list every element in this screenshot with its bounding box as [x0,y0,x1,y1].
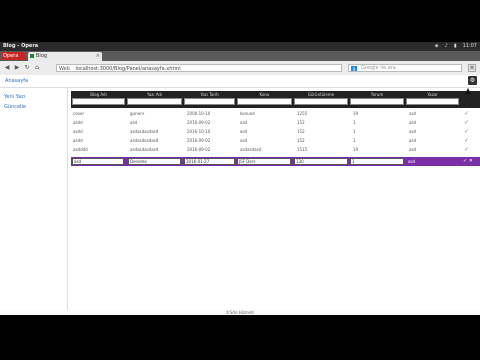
edit-views-field[interactable]: 130 [294,158,348,165]
edit-check-icon[interactable]: ✓ [464,119,474,127]
table-row[interactable]: cover gunenr 2000-10-10 konuod 1255 19 a… [71,110,480,118]
url-badge: Web [59,66,70,72]
edit-blog-name-field[interactable]: asd [72,158,124,165]
table-row[interactable]: asdddd asdasdasdasd 2016-09-02 asdasdasd… [71,146,480,154]
sidebar-item-update[interactable]: Güncelle [4,104,26,110]
search-input[interactable]: g Google ile ara [348,64,462,72]
os-title-bar: Blog - Opera ◈ ♪ ▮ 11:07 [0,42,480,51]
breadcrumb[interactable]: Anasayfa [5,78,28,84]
tab-label: Blog [36,53,48,59]
clock: 11:07 [462,43,477,49]
filter-input-author[interactable] [406,98,459,105]
network-icon[interactable]: ◈ [435,43,439,49]
filter-input-blog-name[interactable] [72,98,125,105]
table-row[interactable]: asdd asdasdasdasd 2016-10-10 asd 152 1 a… [71,128,480,136]
tab-favicon-icon [30,54,34,58]
window-title: Blog - Opera [3,43,39,49]
close-tab-icon[interactable]: × [96,52,100,61]
opera-menu-button[interactable]: Opera [1,52,25,60]
column-header-blog-name[interactable]: Blog Adı [71,91,126,108]
edit-comments-field[interactable]: 1 [350,158,404,165]
column-header-comments[interactable]: Yorum [349,91,405,108]
save-cancel-icons[interactable]: ✓ ✕ [463,157,473,166]
battery-icon[interactable]: ▮ [454,43,457,49]
url-text: localhost:3000/Blog/Panel/anasayfa.xhtml [75,66,181,72]
column-header-views[interactable]: Görüntüleme [293,91,349,108]
edit-post-name-field[interactable]: Deneme [128,158,181,165]
tab-blog[interactable]: Blog × [28,52,102,61]
filter-input-post-name[interactable] [127,98,182,105]
column-header-post-name[interactable]: Yazı Adı [126,91,183,108]
search-placeholder: Google ile ara [361,65,396,71]
gear-icon[interactable]: ⚙ [468,76,477,85]
forward-icon[interactable]: ▶ [13,64,21,72]
volume-icon[interactable]: ♪ [445,43,448,49]
back-icon[interactable]: ◀ [3,64,11,72]
edit-check-icon[interactable]: ✓ [464,146,474,154]
edit-check-icon[interactable]: ✓ [464,110,474,118]
column-header-post-date[interactable]: Yazı Tarih [183,91,236,108]
column-header-author[interactable]: Yazar [405,91,460,108]
edit-author-value: asd [408,159,416,164]
posts-table: Blog Adı Yazı Adı Yazı Tarih Konu Görünt… [71,91,480,181]
address-toolbar: ◀ ▶ ↻ ⌂ Web localhost:3000/Blog/Panel/an… [0,61,480,76]
sidebar-item-new-post[interactable]: Yeni Yazı [4,94,25,100]
table-row-editing: asd Deneme 2016-01-27 JSF Ders 130 1 asd… [71,157,480,166]
edit-post-date-field[interactable]: 2016-01-27 [184,158,235,165]
footer: ©Site Hizmeti [0,310,480,315]
table-row[interactable]: asdd asdasdasdasd 2016-09-02 asd 152 1 a… [71,137,480,145]
filter-input-views[interactable] [294,98,348,105]
browser-menu-icon[interactable]: ≡ [468,64,476,72]
divider [0,87,480,88]
system-tray: ◈ ♪ ▮ 11:07 [435,43,477,49]
edit-check-icon[interactable]: ✓ [464,128,474,136]
mouse-cursor-icon [465,88,471,94]
table-header: Blog Adı Yazı Adı Yazı Tarih Konu Görünt… [71,91,480,108]
edit-check-icon[interactable]: ✓ [464,137,474,145]
filter-input-topic[interactable] [237,98,292,105]
table-row[interactable]: asdd asd 2016-09-02 asd 152 1 asd ✓ [71,119,480,127]
url-field[interactable]: Web localhost:3000/Blog/Panel/anasayfa.x… [56,64,342,72]
sidebar: Yeni Yazı Güncelle [0,88,68,310]
home-icon[interactable]: ⌂ [33,64,41,72]
reload-icon[interactable]: ↻ [23,64,31,72]
browser-tab-bar: Opera Blog × [0,51,480,61]
web-page: Anasayfa ⚙ Yeni Yazı Güncelle Blog Adı Y… [0,75,480,315]
filter-input-comments[interactable] [350,98,404,105]
edit-topic-field[interactable]: JSF Ders [237,158,291,165]
column-header-topic[interactable]: Konu [236,91,293,108]
filter-input-post-date[interactable] [184,98,235,105]
google-icon: g [351,66,357,71]
